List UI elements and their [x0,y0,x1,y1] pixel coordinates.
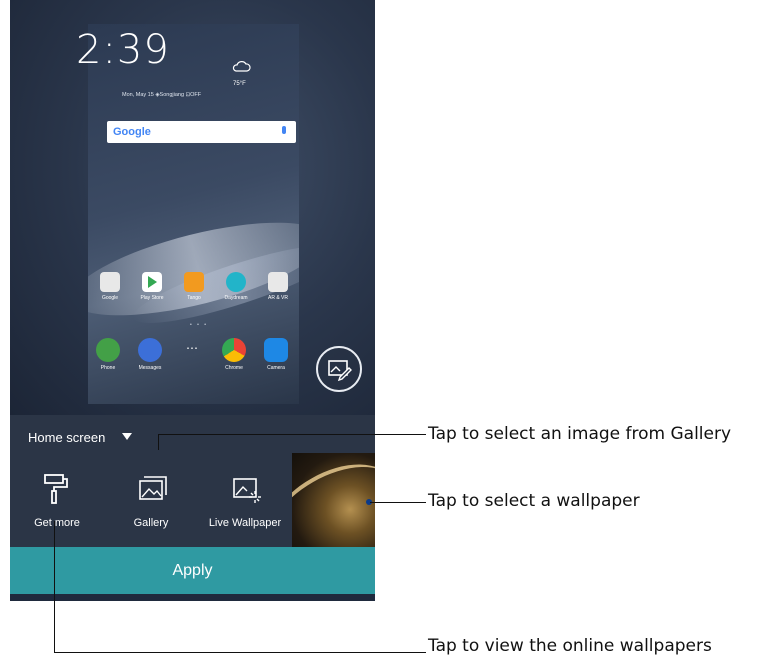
option-label: Gallery [133,517,169,529]
edit-wallpaper-button[interactable] [316,346,362,392]
tango-icon [184,272,204,292]
edit-image-icon [328,360,352,382]
google-search-bar[interactable]: Google [107,121,296,143]
phone-screen: 2:39 75°F Mon, May 15 ◈Songjiang ⊡OFF Go… [10,0,375,601]
callout-gallery: Tap to select an image from Gallery [428,424,732,444]
live-wallpaper-button[interactable]: Live Wallpaper [198,453,292,547]
ar-vr-folder-icon [268,272,288,292]
dock-app-messages[interactable]: Messages [132,338,168,371]
app-icon-daydream[interactable]: Daydream [218,272,254,301]
phone-icon [96,338,120,362]
app-icon-ar-vr[interactable]: AR & VR [260,272,296,301]
play-store-icon [142,272,162,292]
app-label: Tango [187,295,201,301]
callout-line [158,434,426,435]
apply-button[interactable]: Apply [10,547,375,594]
get-more-button[interactable]: Get more [10,453,104,547]
dropdown-arrow-icon[interactable] [122,433,132,440]
wallpaper-options: Get more Gallery Live Wallpaper [10,453,292,547]
app-label: Camera [267,365,285,371]
app-label: Play Store [140,295,164,301]
google-folder-icon [100,272,120,292]
screen-selector-label: Home screen [28,430,106,445]
dock-app-drawer[interactable]: ⋯ [174,338,210,365]
mic-icon[interactable] [282,126,286,134]
paint-roller-icon [44,474,68,504]
app-drawer-icon: ⋯ [186,341,198,355]
option-label: Get more [34,517,80,529]
app-label: AR & VR [267,295,288,301]
dock-app-phone[interactable]: Phone [90,338,126,371]
gallery-icon [139,476,167,500]
callout-wallpaper: Tap to select a wallpaper [428,491,640,511]
callout-line [54,652,426,653]
app-label: Messages [138,365,162,371]
callout-online: Tap to view the online wallpapers [428,636,712,656]
daydream-icon [226,272,246,292]
gallery-button[interactable]: Gallery [104,453,198,547]
temperature-text: 75°F [233,81,246,87]
google-logo: Google [113,126,151,138]
messages-icon [138,338,162,362]
app-label: Google [101,295,119,301]
option-label: Live Wallpaper [208,517,282,529]
camera-icon [264,338,288,362]
callout-line [370,502,426,503]
chrome-icon [222,338,246,362]
app-label: Phone [100,365,116,371]
clock-text: 2:39 [76,27,170,73]
app-label: Daydream [224,295,248,301]
app-icon-play-store[interactable]: Play Store [134,272,170,301]
wallpaper-swoosh [292,453,375,547]
page-indicator: • • • [190,322,209,328]
app-icon-google[interactable]: Google [92,272,128,301]
cloud-icon [232,61,251,72]
app-label: Chrome [225,365,243,371]
dock-app-chrome[interactable]: Chrome [216,338,252,371]
dock-app-camera[interactable]: Camera [258,338,294,371]
wallpaper-thumbnail[interactable] [292,453,375,547]
date-location-text: Mon, May 15 ◈Songjiang ⊡OFF [122,92,202,98]
callout-line [158,434,159,450]
app-icon-tango[interactable]: Tango [176,272,212,301]
live-wallpaper-icon [233,478,261,503]
callout-line [54,521,55,653]
